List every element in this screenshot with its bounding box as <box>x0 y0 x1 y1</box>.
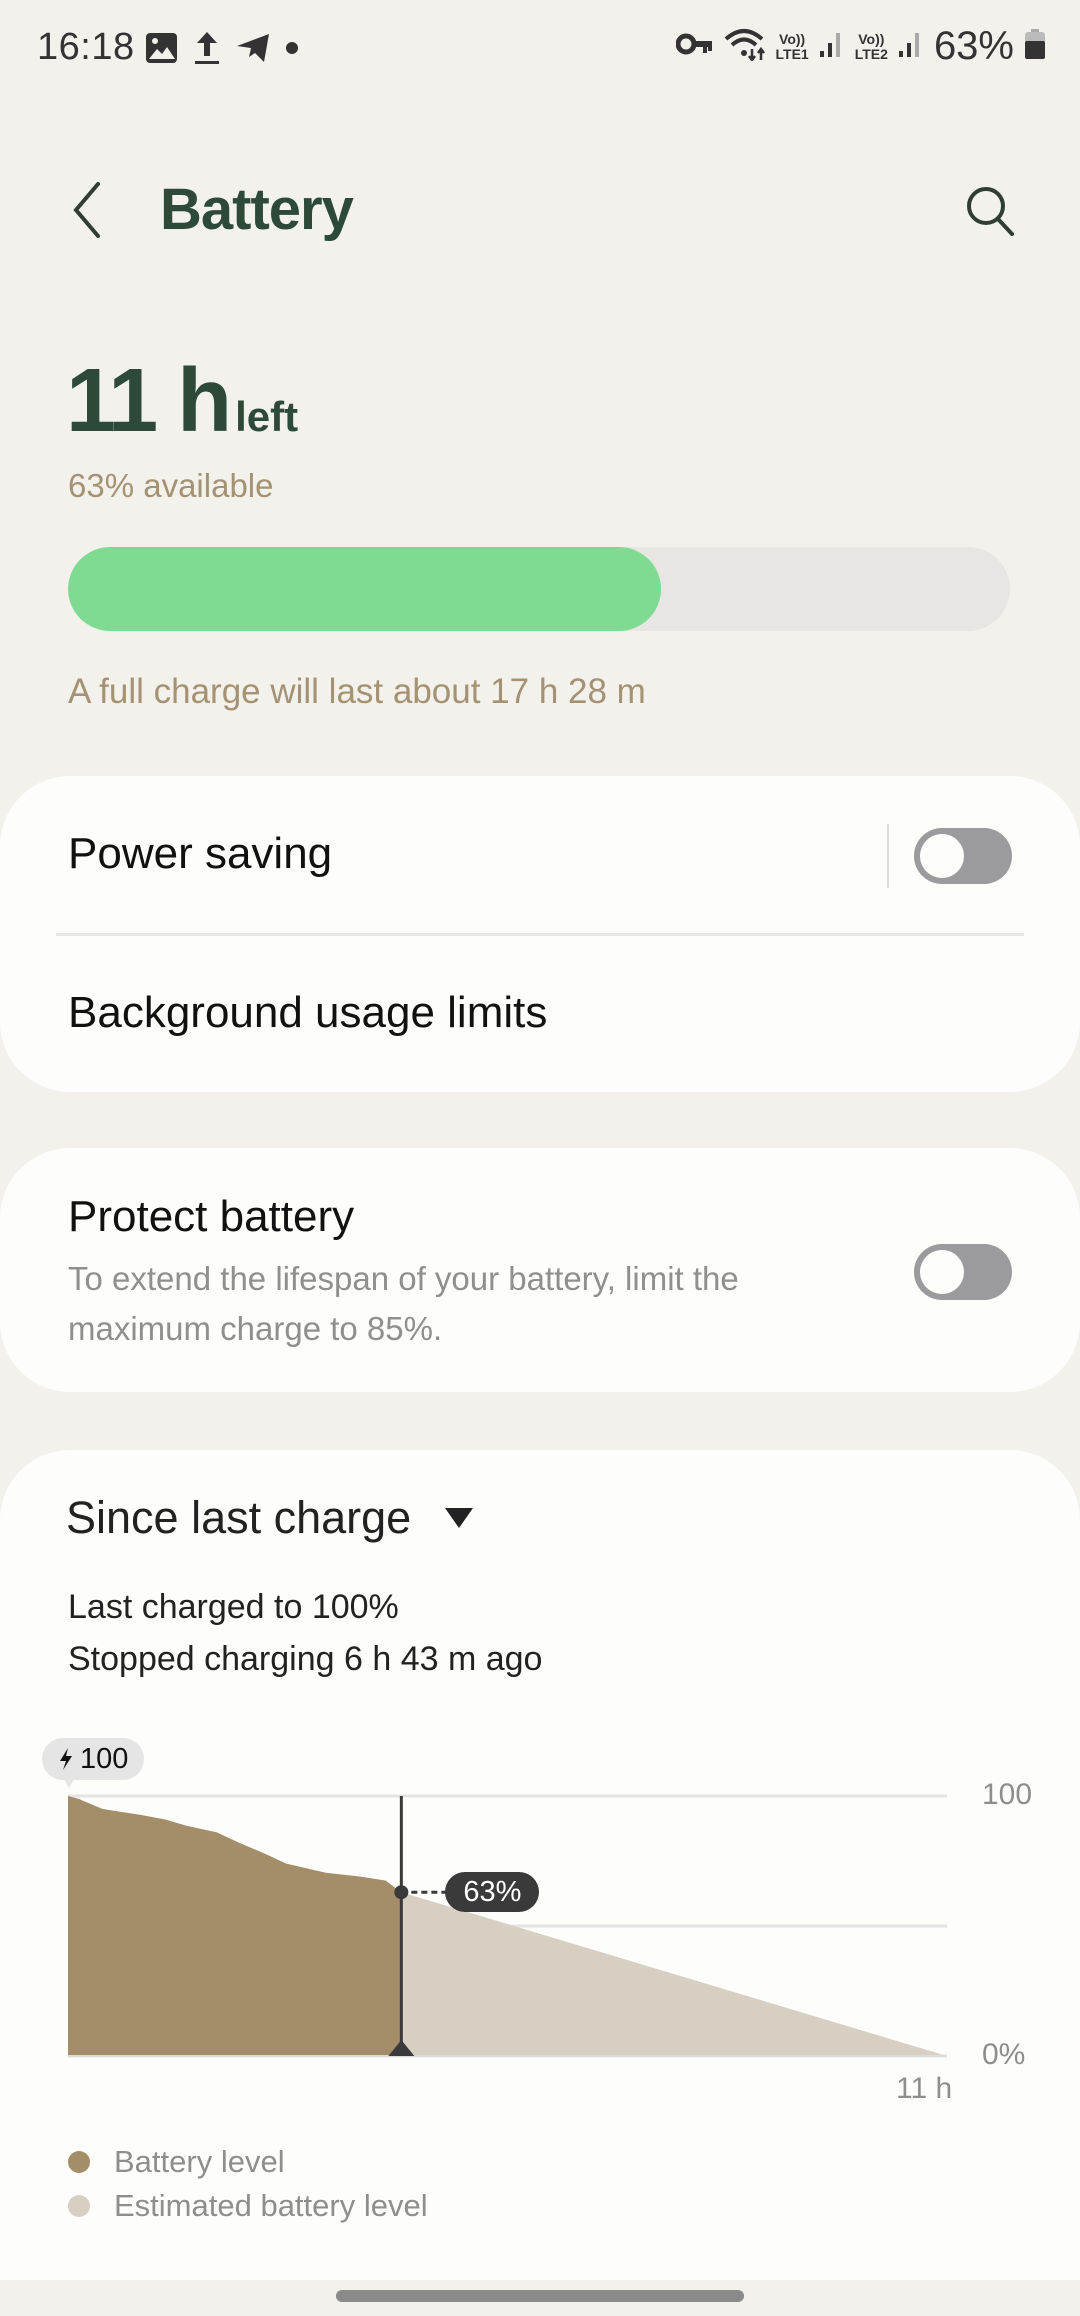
power-settings-card: Power saving Background usage limits <box>0 776 1080 1092</box>
signal-icon <box>898 29 924 64</box>
legend-item-battery-level: Battery level <box>68 2140 428 2184</box>
toggle-knob <box>920 834 964 878</box>
battery-icon <box>1024 28 1046 65</box>
back-button[interactable] <box>64 180 114 240</box>
vertical-divider <box>887 824 889 888</box>
page-title: Battery <box>160 177 354 242</box>
vpn-key-icon <box>675 33 714 60</box>
legend-item-estimated-level: Estimated battery level <box>68 2184 428 2228</box>
system-icons: Vo)) LTE1 Vo)) LTE2 63% <box>675 24 1046 69</box>
legend-label: Estimated battery level <box>114 2188 428 2223</box>
battery-percent: 63% <box>933 24 1014 68</box>
series-area-estimated-level <box>401 1892 948 2056</box>
time-left-value: 11 h <box>66 351 232 451</box>
power-saving-label: Power saving <box>68 829 333 878</box>
protect-battery-description: To extend the lifespan of your battery, … <box>68 1260 739 1347</box>
notification-icons <box>145 30 299 71</box>
signal-icon <box>819 29 845 64</box>
available-percent: 63% available <box>68 467 274 504</box>
search-icon <box>967 187 1014 236</box>
power-saving-toggle[interactable] <box>914 828 1012 884</box>
gesture-nav-handle[interactable] <box>336 2290 744 2302</box>
current-level-point <box>394 1885 409 1900</box>
charge-badge-value: 100 <box>80 1742 129 1775</box>
app-bar: Battery <box>0 150 1080 270</box>
status-time: 16:18 <box>37 26 135 68</box>
legend-dot <box>68 2195 90 2217</box>
protect-battery-label: Protect battery <box>68 1192 355 1241</box>
usage-card: Since last charge Last charged to 100% S… <box>0 1450 1080 2280</box>
protect-battery-toggle[interactable] <box>914 1244 1012 1300</box>
chevron-left-icon <box>73 182 100 238</box>
protect-battery-card[interactable]: Protect battery To extend the lifespan o… <box>0 1148 1080 1392</box>
x-tick-label-11h: 11 h <box>896 2072 953 2105</box>
series-area-battery-level <box>68 1796 402 2056</box>
chart-legend: Battery level Estimated battery level <box>68 2140 428 2228</box>
status-bar: 16:18 Vo)) LTE1 Vo)) LTE2 63% <box>0 0 1080 96</box>
time-left-suffix: left <box>235 393 299 440</box>
search-button[interactable] <box>962 182 1018 238</box>
battery-level-fill <box>68 547 662 631</box>
wifi-icon <box>724 27 766 66</box>
lightning-icon <box>60 1748 72 1770</box>
upload-icon <box>193 30 221 71</box>
legend-dot <box>68 2151 90 2173</box>
current-level-value: 63% <box>463 1875 522 1908</box>
battery-level-bar <box>68 547 1010 631</box>
charge-badge: 100 <box>42 1738 145 1788</box>
toggle-knob <box>920 1250 964 1294</box>
background-usage-limits-label: Background usage limits <box>68 988 548 1037</box>
current-level-label: 63% <box>445 1872 540 1913</box>
legend-label: Battery level <box>114 2144 285 2179</box>
power-saving-row[interactable]: Power saving <box>0 776 880 933</box>
y-tick-label-0: 0% <box>982 2038 1026 2071</box>
time-left: 11 h left <box>66 350 298 453</box>
dot-icon <box>285 41 299 60</box>
gallery-icon <box>145 32 179 69</box>
telegram-icon <box>235 31 271 70</box>
background-usage-limits-row[interactable]: Background usage limits <box>0 936 1080 1092</box>
volte-lte2-icon: Vo)) LTE2 <box>854 30 888 62</box>
volte-lte1-icon: Vo)) LTE1 <box>775 30 809 62</box>
full-charge-estimate: A full charge will last about 17 h 28 m <box>68 672 646 711</box>
y-tick-label-100: 100 <box>982 1778 1033 1811</box>
